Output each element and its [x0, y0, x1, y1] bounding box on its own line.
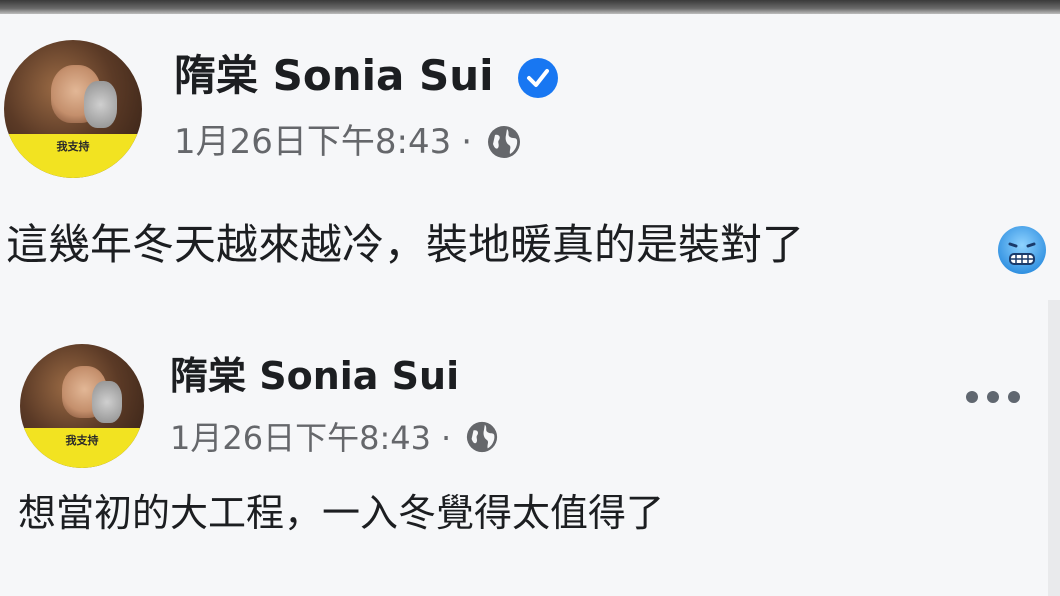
- post-card: 我支持 隋棠 Sonia Sui 1月26日下午8:43 · 想當初的大工程，一…: [0, 300, 1060, 596]
- meta-separator: ·: [461, 122, 473, 162]
- author-name[interactable]: 隋棠 Sonia Sui: [174, 52, 494, 100]
- more-dot: [1008, 391, 1020, 403]
- more-dot: [966, 391, 978, 403]
- post-timestamp[interactable]: 1月26日下午8:43: [170, 418, 431, 458]
- profile-avatar[interactable]: 我支持: [4, 40, 142, 178]
- cold-face-emoji-icon: [996, 224, 1048, 276]
- avatar-cat: [84, 81, 118, 129]
- more-options-icon[interactable]: [966, 386, 1020, 408]
- post-meta: 1月26日下午8:43 ·: [174, 122, 522, 162]
- verified-badge-icon: [518, 58, 558, 98]
- profile-avatar[interactable]: 我支持: [20, 344, 144, 468]
- post-text: 這幾年冬天越來越冷，裝地暖真的是裝對了: [6, 220, 805, 269]
- more-dot: [987, 391, 999, 403]
- avatar-banner: 我支持: [4, 133, 142, 178]
- post-card: 我支持 隋棠 Sonia Sui 1月26日下午8:43 · 這幾年冬天越來越冷…: [0, 14, 1060, 300]
- post-meta: 1月26日下午8:43 ·: [170, 418, 501, 458]
- avatar-cat: [91, 381, 122, 424]
- globe-icon[interactable]: [465, 420, 501, 456]
- globe-icon[interactable]: [486, 124, 522, 160]
- avatar-banner: 我支持: [20, 428, 144, 468]
- meta-separator: ·: [440, 419, 452, 457]
- post-text: 想當初的大工程，一入冬覺得太值得了: [18, 491, 665, 535]
- window-top-bar: [0, 0, 1060, 14]
- author-name[interactable]: 隋棠 Sonia Sui: [170, 352, 459, 400]
- right-edge-bar: [1048, 300, 1060, 596]
- post-timestamp[interactable]: 1月26日下午8:43: [174, 122, 451, 162]
